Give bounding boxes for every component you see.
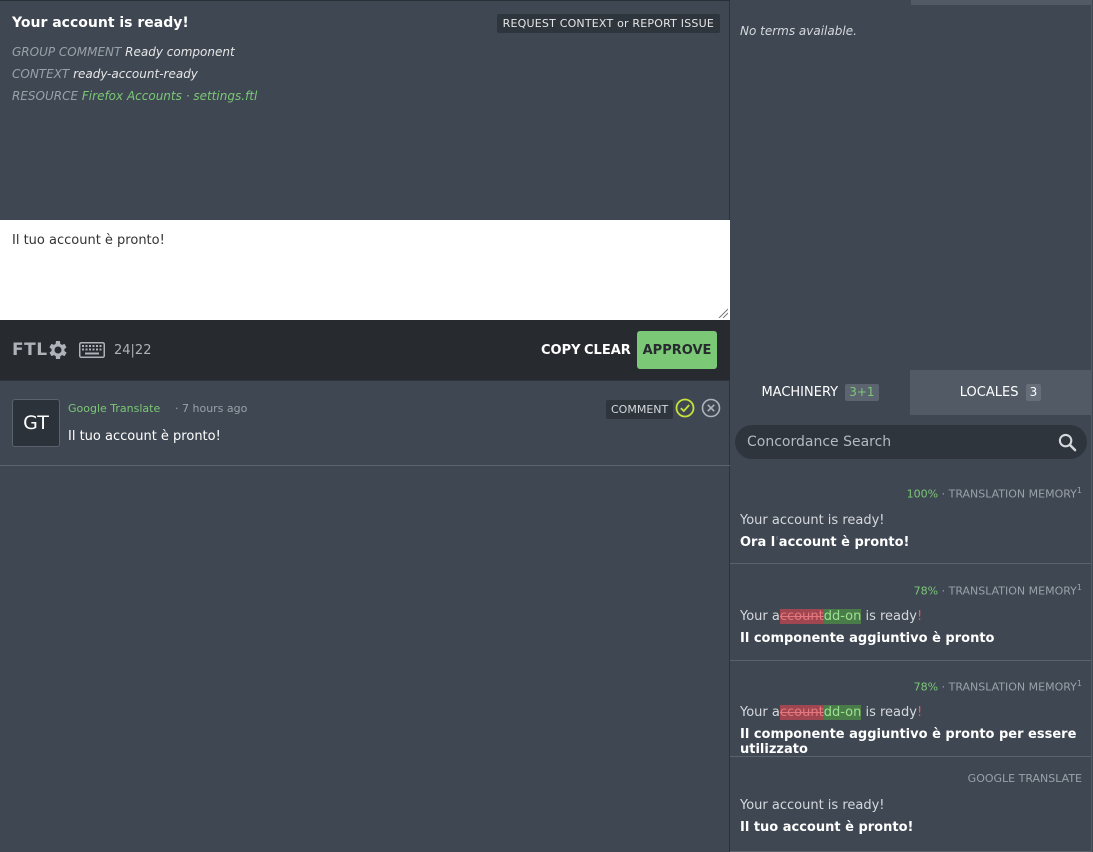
reject-close-icon[interactable]: [701, 398, 721, 418]
copy-button[interactable]: COPY: [541, 343, 581, 358]
comment-button[interactable]: COMMENT: [606, 400, 674, 419]
history-translation: Il tuo account è pronto!: [68, 429, 221, 444]
machinery-entry-meta: 78% · TRANSLATION MEMORY1: [914, 679, 1082, 694]
diff-deleted: !: [916, 609, 923, 624]
diff-deleted: ccount: [779, 705, 824, 720]
avatar: GT: [12, 399, 60, 447]
context-line: CONTEXT ready-account-ready: [12, 68, 718, 81]
machinery-count-badge: 3+1: [845, 384, 879, 401]
translation-part-1: Ora l: [740, 535, 776, 550]
machinery-entry-meta: 78% · TRANSLATION MEMORY1: [914, 583, 1082, 598]
tab-machinery-label: MACHINERY: [761, 385, 839, 400]
source-count: 1: [1076, 679, 1082, 688]
original-metadata: Your account is ready! REQUEST CONTEXT o…: [0, 0, 730, 220]
machinery-entry[interactable]: 100% · TRANSLATION MEMORY1 Your account …: [730, 470, 1091, 564]
search-icon[interactable]: [1058, 433, 1077, 452]
machinery-source: GOOGLE TRANSLATE: [967, 772, 1082, 785]
machinery-translation: Il componente aggiuntivo è pronto: [740, 631, 995, 646]
request-context-button[interactable]: REQUEST CONTEXT or REPORT ISSUE: [496, 14, 720, 33]
resource-separator: ·: [185, 89, 190, 103]
resource-file-link[interactable]: settings.ftl: [193, 89, 257, 103]
history-author-link[interactable]: Google Translate: [68, 402, 160, 415]
machinery-original: Your account is ready!: [740, 513, 885, 528]
group-comment-label: GROUP COMMENT: [12, 45, 122, 59]
translation-input[interactable]: Il tuo account è pronto!: [12, 233, 718, 303]
concordance-search-input[interactable]: [747, 425, 1047, 459]
context-label: CONTEXT: [12, 67, 70, 81]
machinery-source: · TRANSLATION MEMORY: [941, 487, 1077, 501]
translation-editor: Il tuo account è pronto!: [0, 220, 730, 320]
resource-label: RESOURCE: [12, 89, 79, 103]
no-terms-message: No terms available.: [740, 24, 857, 38]
group-comment-value: Ready component: [125, 45, 235, 59]
history-timestamp: · 7 hours ago: [175, 402, 248, 415]
ftl-switch[interactable]: FTL: [12, 340, 48, 360]
diff-same: Your a: [740, 705, 780, 720]
match-percent: 100%: [906, 487, 939, 501]
resource-project-link[interactable]: Firefox Accounts: [82, 89, 182, 103]
concordance-search: [735, 425, 1087, 459]
resource-line: RESOURCE Firefox Accounts · settings.ftl: [12, 90, 718, 103]
diff-same: is ready: [861, 705, 917, 720]
history-item: GT Google Translate · 7 hours ago Il tuo…: [0, 380, 730, 466]
machinery-original: Your accountdd-on is ready!: [740, 705, 922, 720]
match-percent: 78%: [913, 680, 939, 694]
machinery-translation: Il tuo account è pronto!: [740, 820, 914, 835]
character-count: 24|22: [114, 343, 152, 358]
machinery-translation: Il componente aggiuntivo è pronto per es…: [740, 727, 1077, 757]
source-count: 1: [1076, 486, 1082, 495]
machinery-original: Your accountdd-on is ready!: [740, 609, 922, 624]
terms-tab-edge: [911, 0, 1091, 5]
machinery-entry[interactable]: GOOGLE TRANSLATE Your account is ready! …: [730, 757, 1091, 852]
machinery-original: Your account is ready!: [740, 798, 885, 813]
editor-panel: Your account is ready! REQUEST CONTEXT o…: [0, 0, 730, 852]
diff-same: is ready: [861, 609, 917, 624]
helper-tabs: MACHINERY 3+1 LOCALES 3: [730, 370, 1091, 415]
tab-locales-label: LOCALES: [959, 385, 1019, 400]
tab-machinery[interactable]: MACHINERY 3+1: [730, 370, 910, 415]
translation-part-3: account è pronto!: [778, 535, 910, 550]
machinery-translation: Ora l'account è pronto!: [740, 535, 909, 550]
diff-inserted: dd-on: [823, 705, 862, 720]
source-count: 1: [1076, 583, 1082, 592]
gear-icon[interactable]: [46, 338, 70, 362]
locales-count-badge: 3: [1025, 384, 1042, 401]
keyboard-icon[interactable]: [79, 342, 105, 358]
diff-deleted: !: [916, 705, 923, 720]
diff-same: Your a: [740, 609, 780, 624]
diff-inserted: dd-on: [823, 609, 862, 624]
group-comment: GROUP COMMENT Ready component: [12, 46, 718, 59]
machinery-source: · TRANSLATION MEMORY: [941, 680, 1077, 694]
editor-toolbar: FTL 24|22 COPY CLEAR APPROVE: [0, 320, 730, 380]
diff-deleted: ccount: [779, 609, 824, 624]
machinery-source: · TRANSLATION MEMORY: [941, 584, 1077, 598]
match-percent: 78%: [913, 584, 939, 598]
machinery-entry[interactable]: 78% · TRANSLATION MEMORY1 Your accountdd…: [730, 661, 1091, 757]
machinery-entry[interactable]: 78% · TRANSLATION MEMORY1 Your accountdd…: [730, 564, 1091, 661]
machinery-entry-meta: 100% · TRANSLATION MEMORY1: [907, 486, 1082, 501]
approve-check-icon[interactable]: [675, 398, 695, 418]
panel-divider: [1091, 0, 1092, 852]
context-value: ready-account-ready: [73, 67, 198, 81]
clear-button[interactable]: CLEAR: [584, 343, 631, 358]
resize-grip-icon[interactable]: [718, 308, 728, 318]
helpers-panel: No terms available. MACHINERY 3+1 LOCALE…: [730, 0, 1093, 852]
tab-locales[interactable]: LOCALES 3: [910, 370, 1091, 415]
approve-button[interactable]: APPROVE: [637, 331, 717, 369]
